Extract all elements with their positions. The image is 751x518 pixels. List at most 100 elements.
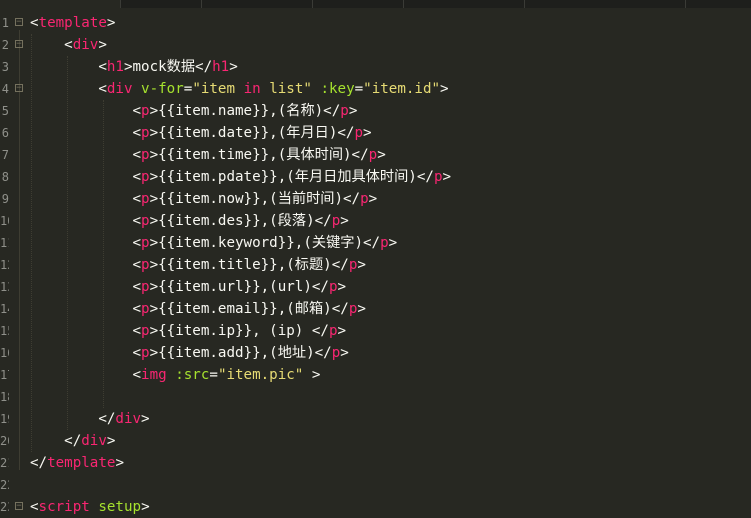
code-token-tag: p [360, 191, 369, 207]
code-line[interactable]: 16 <p>{{item.add}},(地址)</p> [0, 342, 751, 364]
code-token-p: > [337, 279, 347, 295]
line-number: 23 [0, 500, 9, 514]
code-line[interactable]: 12 <p>{{item.title}},(标题)</p> [0, 254, 751, 276]
code-token-tag: p [141, 213, 150, 229]
code-token-p: < [30, 323, 142, 339]
code-token-p: > [440, 81, 449, 97]
line-number: 17 [0, 368, 9, 382]
tab[interactable] [202, 0, 313, 8]
fold-toggle-icon[interactable]: − [15, 40, 23, 49]
code-line[interactable]: 21 </template> [0, 452, 751, 474]
code-line[interactable]: 17 <img :src="item.pic" > [0, 364, 751, 386]
code-token-tag: p [141, 147, 150, 163]
code-line[interactable]: 13 <p>{{item.url}},(url)</p> [0, 276, 751, 298]
line-number: 11 [0, 236, 9, 250]
code-line[interactable]: 9 <p>{{item.now}},(当前时间)</p> [0, 188, 751, 210]
code-text: <template> [30, 12, 115, 34]
code-line[interactable]: 22 [0, 474, 751, 496]
code-token-p: < [30, 499, 39, 515]
fold-toggle-icon[interactable]: − [15, 84, 23, 93]
code-token-tag: div [72, 37, 99, 53]
code-token-kw: in [243, 81, 261, 97]
code-token-p: > [442, 169, 452, 185]
code-token-tag: p [380, 235, 389, 251]
line-number: 6 [1, 126, 9, 140]
code-token-p: >{{item.email}},(邮箱)</ [149, 301, 349, 317]
tab-bar [0, 0, 751, 8]
code-token-tag: p [340, 103, 349, 119]
code-token-tag: p [331, 345, 341, 361]
code-line[interactable]: 6 <p>{{item.date}},(年月日)</p> [0, 122, 751, 144]
code-token-p: > [377, 147, 386, 163]
code-line[interactable]: 5 <p>{{item.name}},(名称)</p> [0, 100, 751, 122]
code-line[interactable]: 19 </div> [0, 408, 751, 430]
tab-active[interactable] [0, 0, 121, 8]
code-token-p: > [98, 37, 107, 53]
code-token-tag: template [47, 455, 116, 471]
code-text: <div> [30, 34, 107, 56]
code-token-p: >{{item.title}},(标题)</ [149, 257, 349, 273]
line-number: 4 [1, 82, 9, 96]
code-line[interactable]: 15 <p>{{item.ip}}, (ip) </p> [0, 320, 751, 342]
line-number: 20 [0, 434, 9, 448]
code-editor[interactable]: 1− <template> 2− <div> 3 <h1>mock数据</h1> 4− … [0, 8, 751, 515]
code-line[interactable]: 3 <h1>mock数据</h1> [0, 56, 751, 78]
code-token-p: = [354, 81, 364, 97]
code-token-p: < [30, 367, 142, 383]
code-token-p: >{{item.name}},(名称)</ [149, 103, 341, 119]
code-text: <p>{{item.now}},(当前时间)</p> [30, 188, 377, 210]
code-token-tag: h1 [106, 59, 124, 75]
code-line[interactable]: 18 [0, 386, 751, 408]
code-token-p: >{{item.url}},(url)</ [149, 279, 329, 295]
line-number: 21 [0, 456, 9, 470]
line-number: 16 [0, 346, 9, 360]
code-line[interactable]: 8 <p>{{item.pdate}},(年月日加具体时间)</p> [0, 166, 751, 188]
tab[interactable] [313, 0, 404, 8]
code-token-tag: p [354, 125, 363, 141]
code-token-p: < [30, 345, 142, 361]
code-token-p: > [348, 103, 358, 119]
code-token-p: >{{item.add}},(地址)</ [149, 345, 332, 361]
line-number: 2 [1, 38, 9, 52]
code-text: <p>{{item.ip}}, (ip) </p> [30, 320, 346, 342]
code-token-tag: template [38, 15, 107, 31]
code-token-tag: div [81, 433, 107, 449]
code-token-str: "item.pic" [217, 367, 304, 383]
tab[interactable] [121, 0, 202, 8]
code-token-p: < [30, 257, 142, 273]
code-token-tag: div [115, 411, 142, 427]
fold-toggle-icon[interactable]: − [15, 18, 23, 27]
code-token-p: > [357, 257, 366, 273]
code-token-str: list" [260, 81, 312, 97]
line-number: 8 [1, 170, 9, 184]
code-line[interactable]: 1− <template> [0, 12, 751, 34]
code-token-p: < [30, 81, 107, 97]
code-text: </div> [30, 408, 149, 430]
code-token-p: < [30, 15, 39, 31]
code-token-tag: script [38, 499, 90, 515]
code-token-tag: p [141, 235, 150, 251]
code-token-attr: :src [175, 367, 210, 383]
code-line[interactable]: 10 <p>{{item.des}},(段落)</p> [0, 210, 751, 232]
code-token-p: >{{item.date}},(年月日)</ [149, 125, 355, 141]
tab[interactable] [525, 0, 686, 8]
code-line[interactable]: 4− <div v-for="item in list" :key="item.… [0, 78, 751, 100]
line-number: 22 [0, 478, 9, 492]
code-token-tag: p [328, 323, 338, 339]
code-token-p: > [229, 59, 238, 75]
line-number: 18 [0, 390, 9, 404]
code-line[interactable]: 7 <p>{{item.time}},(具体时间)</p> [0, 144, 751, 166]
code-token-tag: p [141, 169, 150, 185]
code-line[interactable]: 11 <p>{{item.keyword}},(关键字)</p> [0, 232, 751, 254]
code-token-p: >{{item.des}},(段落)</ [149, 213, 332, 229]
code-token-tag: img [141, 367, 167, 383]
code-token-p: >mock数据</ [123, 59, 213, 75]
code-line[interactable]: 20 </div> [0, 430, 751, 452]
code-line[interactable]: 23−<script setup> [0, 496, 751, 518]
code-line[interactable]: 14 <p>{{item.email}},(邮箱)</p> [0, 298, 751, 320]
code-line[interactable]: 2− <div> [0, 34, 751, 56]
code-token-p: < [30, 191, 142, 207]
tab[interactable] [404, 0, 525, 8]
line-number: 5 [1, 104, 9, 118]
line-number: 10 [0, 214, 9, 228]
